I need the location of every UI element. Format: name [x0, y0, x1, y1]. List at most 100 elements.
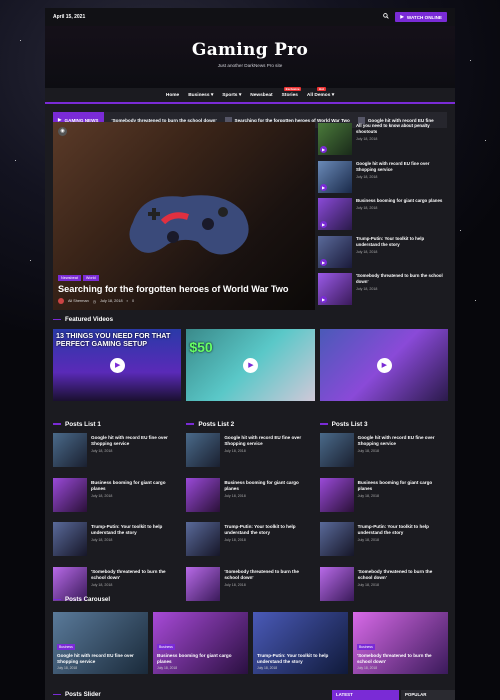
author-name[interactable]: Ali Sherman — [68, 299, 89, 303]
post-title[interactable]: Business booming for giant cargo planes — [91, 480, 181, 492]
category-tag[interactable]: World — [82, 275, 99, 281]
nav-item-home[interactable]: Home — [166, 93, 179, 98]
post-thumbnail — [186, 566, 221, 601]
nav-item-business[interactable]: Business ▾ — [188, 93, 213, 98]
play-icon: ▶ — [400, 14, 404, 19]
list-item[interactable]: Business booming for giant cargo planes J… — [53, 477, 181, 520]
watch-online-button[interactable]: ▶ WATCH ONLINE — [395, 12, 447, 22]
video-card[interactable]: 13 THINGS YOU NEED FOR THAT PERFECT GAMI… — [53, 329, 182, 401]
tab-popular[interactable]: POPULAR — [401, 690, 455, 700]
site-tagline: Just another DarkNews Pro site — [217, 63, 283, 68]
play-icon[interactable]: ▶ — [110, 358, 126, 373]
hero-title[interactable]: Searching for the forgotten heroes of Wo… — [58, 284, 310, 294]
post-thumbnail — [53, 522, 87, 556]
list-item[interactable]: Google hit with record EU fine over Shop… — [186, 433, 314, 475]
post-title[interactable]: All you need to know about penalty shoot… — [356, 123, 448, 135]
post-title[interactable]: Business booming for giant cargo planes — [157, 653, 244, 665]
list-item[interactable]: Google hit with record EU fine over Shop… — [319, 433, 448, 475]
side-post[interactable]: ▶ Google hit with record EU fine over Sh… — [318, 160, 448, 198]
side-post[interactable]: ▶ All you need to know about penalty sho… — [318, 122, 448, 160]
carousel-item[interactable]: Business 'Somebody threatened to burn the… — [353, 612, 448, 674]
side-post[interactable]: ▶ Business booming for giant cargo plane… — [318, 197, 448, 235]
list-item[interactable]: Trump-Putin: Your toolkit to help unders… — [53, 522, 181, 564]
video-card[interactable]: ▶ — [319, 329, 448, 401]
post-title[interactable]: Trump-Putin: Your toolkit to help unders… — [91, 524, 181, 536]
list-title: Posts List 3 — [320, 418, 448, 430]
avatar — [58, 298, 64, 304]
post-title[interactable]: Google hit with record EU fine over Shop… — [91, 435, 181, 447]
post-thumbnail: ▶ — [318, 123, 352, 155]
list-title: Posts List 2 — [186, 418, 314, 430]
post-title[interactable]: Google hit with record EU fine over Shop… — [356, 161, 448, 173]
post-thumbnail — [186, 433, 221, 467]
hero-post[interactable]: ◉ Newsbeat World Searching for the forgo… — [53, 122, 315, 310]
list-item[interactable]: Business booming for giant cargo planes J… — [186, 477, 314, 520]
post-title[interactable]: 'Somebody threatened to burn the school … — [358, 569, 448, 581]
carousel-item[interactable]: Business Business booming for giant cargo… — [153, 612, 248, 674]
post-date: July 18, 2018 — [356, 206, 378, 211]
tab-latest[interactable]: LATEST — [332, 690, 399, 700]
post-date: July 18, 2018 — [100, 299, 123, 303]
post-date: July 18, 2018 — [357, 582, 380, 587]
post-title[interactable]: Business booming for giant cargo planes — [358, 480, 448, 492]
post-title[interactable]: Google hit with record EU fine over Shop… — [57, 653, 144, 665]
nav-item-newsbeat[interactable]: Newsbeat — [250, 93, 272, 98]
post-date: July 18, 2018 — [357, 493, 380, 498]
nav-badge: Hot — [316, 86, 326, 91]
post-title[interactable]: Google hit with record EU fine over Shop… — [224, 435, 314, 447]
carousel-item[interactable]: Business Google hit with record EU fine o… — [53, 612, 148, 674]
post-thumbnail — [319, 477, 354, 512]
post-date: July 18, 2018 — [357, 449, 380, 454]
post-thumbnail — [186, 477, 221, 512]
side-post[interactable]: ▶ Trump-Putin: Your toolkit to help unde… — [318, 235, 448, 273]
list-item[interactable]: Google hit with record EU fine over Shop… — [53, 433, 181, 475]
list-item[interactable]: Trump-Putin: Your toolkit to help unders… — [319, 522, 448, 564]
section-title-featured: Featured Videos — [53, 316, 113, 323]
post-thumbnail: ▶ — [318, 198, 352, 231]
play-icon[interactable]: ▶ — [376, 358, 392, 373]
list-item[interactable]: 'Somebody threatened to burn the school … — [186, 566, 314, 609]
post-title[interactable]: Trump-Putin: Your toolkit to help unders… — [257, 653, 344, 665]
category-tag[interactable]: Business — [57, 644, 75, 650]
category-tag[interactable]: Newsbeat — [58, 275, 81, 281]
category-tag[interactable]: Business — [357, 644, 375, 650]
post-title[interactable]: 'Somebody threatened to burn the school … — [356, 273, 448, 285]
nav-item-stories[interactable]: Exclusive Stories — [282, 86, 302, 98]
category-tag[interactable]: Business — [157, 644, 175, 650]
post-thumbnail — [53, 477, 87, 512]
post-title[interactable]: Trump-Putin: Your toolkit to help unders… — [224, 524, 314, 536]
post-title[interactable]: Trump-Putin: Your toolkit to help unders… — [356, 236, 448, 248]
main-nav: Home Business ▾ Sports ▾ Newsbeat Exclus… — [45, 86, 455, 102]
site-header: Gaming Pro Just another DarkNews Pro sit… — [45, 26, 455, 88]
section-title-slider: Posts Slider — [53, 691, 101, 698]
list-item[interactable]: Business booming for giant cargo planes J… — [319, 477, 448, 520]
post-title[interactable]: 'Somebody threatened to burn the school … — [224, 569, 314, 581]
post-title[interactable]: Google hit with record EU fine over Shop… — [358, 435, 448, 447]
nav-item-all-demos[interactable]: Hot All Demos ▾ — [307, 86, 334, 98]
post-date: July 18, 2018 — [91, 449, 113, 454]
nav-item-sports[interactable]: Sports ▾ — [222, 93, 241, 98]
post-date: July 18, 2018 — [224, 449, 246, 454]
post-date: July 18, 2018 — [356, 249, 378, 254]
search-icon[interactable] — [383, 13, 390, 21]
post-date: July 18, 2018 — [357, 538, 380, 543]
post-title[interactable]: Business booming for giant cargo planes — [224, 480, 314, 492]
post-title[interactable]: 'Somebody threatened to burn the school … — [91, 569, 181, 581]
comment-count: 0 — [131, 299, 135, 303]
side-post[interactable]: ▶ 'Somebody threatened to burn the schoo… — [318, 272, 448, 310]
carousel-item[interactable]: Trump-Putin: Your toolkit to help unders… — [253, 612, 348, 674]
video-card[interactable]: $50 ▶ — [186, 329, 315, 401]
play-icon[interactable]: ▶ — [243, 358, 259, 373]
post-title[interactable]: Business booming for giant cargo planes — [356, 198, 442, 204]
site-title[interactable]: Gaming Pro — [45, 40, 455, 60]
post-date: July 18, 2018 — [91, 538, 113, 543]
post-date: July 18, 2018 — [57, 666, 78, 670]
posts-lists: Posts List 1 Google hit with record EU f… — [53, 418, 448, 608]
post-title[interactable]: Trump-Putin: Your toolkit to help unders… — [358, 524, 448, 536]
list-item[interactable]: 'Somebody threatened to burn the school … — [319, 566, 448, 609]
post-title[interactable]: 'Somebody threatened to burn the school … — [357, 653, 444, 665]
post-date: July 18, 2018 — [356, 287, 378, 292]
post-date: July 18, 2018 — [91, 582, 113, 587]
post-date: July 18, 2018 — [356, 137, 378, 141]
list-item[interactable]: Trump-Putin: Your toolkit to help unders… — [186, 522, 314, 564]
